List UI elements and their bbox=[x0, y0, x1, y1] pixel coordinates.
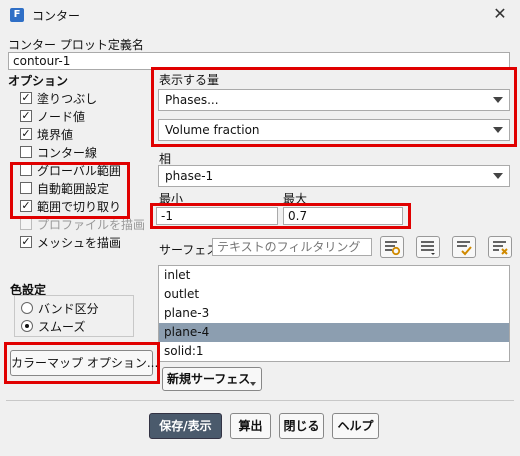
checkbox-auto-range[interactable] bbox=[20, 182, 32, 194]
select-all-surfaces-icon[interactable] bbox=[380, 236, 404, 258]
plot-name-label: コンター プロット定義名 bbox=[8, 38, 144, 52]
option-boundary-values-label: 境界値 bbox=[37, 127, 74, 142]
surface-list[interactable]: inlet outlet plane-3 plane-4 solid:1 bbox=[158, 265, 510, 362]
surface-filter-input[interactable] bbox=[212, 238, 372, 256]
phase-value: phase-1 bbox=[165, 169, 214, 183]
max-label: 最大 bbox=[283, 192, 308, 206]
close-icon[interactable]: ✕ bbox=[490, 4, 510, 24]
surface-item-plane-3[interactable]: plane-3 bbox=[159, 304, 509, 323]
checkbox-draw-profiles bbox=[20, 218, 32, 230]
option-clip-to-range[interactable]: 範囲で切り取り bbox=[20, 197, 160, 215]
chevron-down-icon bbox=[493, 97, 503, 103]
new-surface-label: 新規サーフェス bbox=[167, 372, 251, 386]
separator bbox=[6, 400, 514, 401]
radio-smooth[interactable]: スムーズ bbox=[21, 317, 127, 335]
option-contour-lines-label: コンター線 bbox=[37, 145, 98, 160]
min-label: 最小 bbox=[159, 192, 184, 206]
option-clip-to-range-label: 範囲で切り取り bbox=[37, 199, 122, 214]
list-options-icon[interactable] bbox=[416, 236, 440, 258]
checkbox-node-values[interactable] bbox=[20, 110, 32, 122]
help-button[interactable]: ヘルプ bbox=[332, 413, 379, 439]
colormap-options-button[interactable]: カラーマップ オプション... bbox=[10, 350, 158, 376]
radio-smooth-button[interactable] bbox=[21, 320, 33, 332]
checkbox-clip-to-range[interactable] bbox=[20, 200, 32, 212]
radio-band-button[interactable] bbox=[21, 302, 33, 314]
option-auto-range[interactable]: 自動範囲設定 bbox=[20, 179, 160, 197]
option-node-values-label: ノード値 bbox=[37, 109, 86, 124]
option-global-range[interactable]: グローバル範囲 bbox=[20, 161, 160, 179]
quantity-category-value: Phases... bbox=[165, 93, 219, 107]
option-fill[interactable]: 塗りつぶし bbox=[20, 89, 160, 107]
surfaces-label: サーフェス bbox=[159, 243, 219, 257]
chevron-down-icon bbox=[250, 382, 256, 386]
checkbox-boundary-values[interactable] bbox=[20, 128, 32, 140]
option-node-values[interactable]: ノード値 bbox=[20, 107, 160, 125]
options-list: 塗りつぶし ノード値 境界値 コンター線 グローバル範囲 自動範囲設定 範囲で切… bbox=[20, 89, 160, 251]
checkbox-fill[interactable] bbox=[20, 92, 32, 104]
color-settings-group: バンド区分 スムーズ bbox=[14, 295, 134, 337]
clear-surfaces-icon[interactable] bbox=[488, 236, 512, 258]
surface-item-solid-1[interactable]: solid:1 bbox=[159, 342, 509, 361]
max-input[interactable]: 0.7 bbox=[283, 207, 403, 225]
surface-item-inlet[interactable]: inlet bbox=[159, 266, 509, 285]
save-display-button[interactable]: 保存/表示 bbox=[149, 413, 222, 439]
surface-item-outlet[interactable]: outlet bbox=[159, 285, 509, 304]
min-input[interactable]: -1 bbox=[156, 207, 278, 225]
option-auto-range-label: 自動範囲設定 bbox=[37, 181, 110, 196]
close-button[interactable]: 閉じる bbox=[279, 413, 324, 439]
radio-smooth-label: スムーズ bbox=[38, 319, 86, 334]
chevron-down-icon bbox=[493, 173, 503, 179]
quantity-variable-dropdown[interactable]: Volume fraction bbox=[158, 119, 510, 141]
option-draw-profiles: プロファイルを描画 bbox=[20, 215, 160, 233]
compute-button[interactable]: 算出 bbox=[230, 413, 271, 439]
window-title: コンター bbox=[32, 9, 81, 23]
radio-band[interactable]: バンド区分 bbox=[21, 299, 127, 317]
option-draw-mesh[interactable]: メッシュを描画 bbox=[20, 233, 160, 251]
option-fill-label: 塗りつぶし bbox=[37, 91, 98, 106]
option-draw-mesh-label: メッシュを描画 bbox=[37, 235, 122, 250]
new-surface-button[interactable]: 新規サーフェス bbox=[162, 367, 262, 391]
chevron-down-icon bbox=[493, 127, 503, 133]
phase-dropdown[interactable]: phase-1 bbox=[158, 165, 510, 187]
display-quantity-label: 表示する量 bbox=[159, 73, 220, 87]
quantity-variable-value: Volume fraction bbox=[165, 123, 260, 137]
app-icon: F bbox=[10, 8, 24, 22]
checkbox-draw-mesh[interactable] bbox=[20, 236, 32, 248]
option-boundary-values[interactable]: 境界値 bbox=[20, 125, 160, 143]
check-surfaces-icon[interactable] bbox=[452, 236, 476, 258]
option-global-range-label: グローバル範囲 bbox=[37, 163, 121, 178]
checkbox-contour-lines[interactable] bbox=[20, 146, 32, 158]
option-contour-lines[interactable]: コンター線 bbox=[20, 143, 160, 161]
options-label: オプション bbox=[8, 74, 69, 88]
surface-item-plane-4[interactable]: plane-4 bbox=[159, 323, 509, 342]
option-draw-profiles-label: プロファイルを描画 bbox=[37, 217, 146, 232]
plot-name-input[interactable]: contour-1 bbox=[8, 52, 510, 70]
checkbox-global-range[interactable] bbox=[20, 164, 32, 176]
radio-band-label: バンド区分 bbox=[38, 301, 99, 316]
quantity-category-dropdown[interactable]: Phases... bbox=[158, 89, 510, 111]
